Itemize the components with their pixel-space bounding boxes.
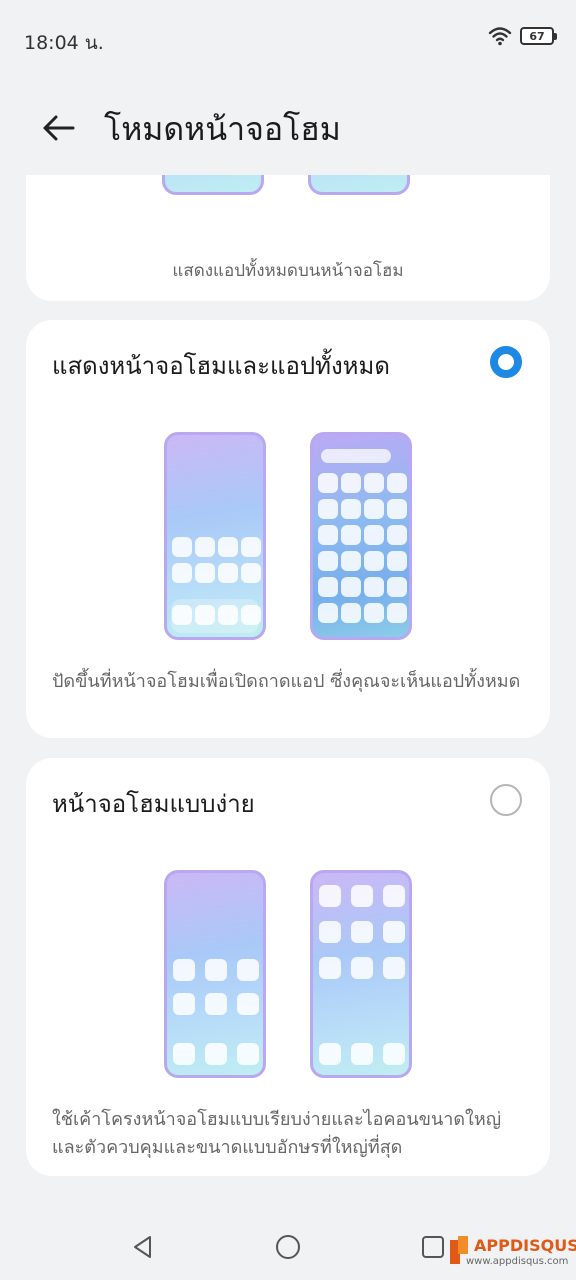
status-time: 18:04 น. (24, 32, 104, 54)
options-list[interactable]: แสดงแอปทั้งหมดบนหน้าจอโฮม แสดงหน้าจอโฮมแ… (0, 175, 576, 1210)
option-card-simple-home[interactable]: หน้าจอโฮมแบบง่าย ใช้เค้าโครงหน้าจอโฮมแบบ… (26, 758, 550, 1176)
appdisqus-logo-icon (450, 1236, 468, 1264)
phone-preview-2a (164, 432, 266, 640)
phone-preview-3a (164, 870, 266, 1078)
back-button[interactable] (36, 106, 80, 150)
header: โหมดหน้าจอโฮม (0, 92, 576, 162)
arrow-left-icon (43, 115, 75, 141)
page-title: โหมดหน้าจอโฮม (104, 110, 341, 148)
option-title: หน้าจอโฮมแบบง่าย (52, 790, 255, 818)
status-bar: 18:04 น. 67 (0, 0, 576, 80)
option-card-home-and-apps[interactable]: แสดงหน้าจอโฮมและแอปทั้งหมด ปัดขึ้นที่หน้… (26, 320, 550, 738)
battery-icon: 67 (520, 27, 557, 45)
option-description: ปัดขึ้นที่หน้าจอโฮมเพื่อเปิดถาดแอป ซึ่งค… (52, 671, 521, 692)
radio-unselected[interactable] (490, 784, 522, 816)
status-icons: 67 (488, 26, 557, 46)
phone-preview-1b (308, 175, 410, 195)
triangle-back-icon (134, 1236, 151, 1258)
phone-preview-1a (162, 175, 264, 195)
appdisqus-watermark: APPDISQUS www.appdisqus.com (444, 1230, 576, 1276)
wifi-icon (488, 27, 512, 46)
option-card-all-apps[interactable]: แสดงแอปทั้งหมดบนหน้าจอโฮม (26, 175, 550, 301)
watermark-url: www.appdisqus.com (466, 1256, 569, 1267)
option-title: แสดงหน้าจอโฮมและแอปทั้งหมด (52, 352, 390, 380)
watermark-logo-text: APPDISQUS (474, 1236, 576, 1255)
battery-level: 67 (529, 29, 545, 43)
phone-preview-2b (310, 432, 412, 640)
radio-selected[interactable] (490, 346, 522, 378)
option-description: แสดงแอปทั้งหมดบนหน้าจอโฮม (172, 261, 404, 281)
nav-home-button[interactable] (273, 1232, 303, 1262)
nav-back-button[interactable] (128, 1232, 158, 1262)
option-description: ใช้เค้าโครงหน้าจอโฮมแบบเรียบง่ายและไอคอน… (52, 1109, 502, 1158)
phone-preview-3b (310, 870, 412, 1078)
circle-home-icon (276, 1235, 300, 1259)
